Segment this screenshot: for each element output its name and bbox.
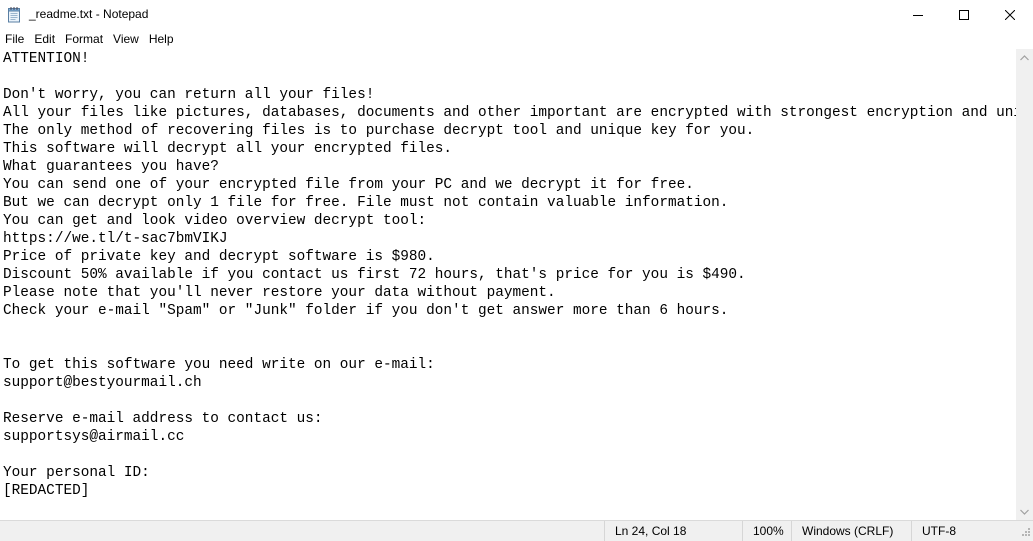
menu-edit[interactable]: Edit [29, 30, 60, 49]
text-line: [REDACTED] [3, 483, 90, 499]
text-line: All your files like pictures, databases,… [3, 105, 1016, 121]
text-line: https://we.tl/t-sac7bmVIKJ [3, 231, 228, 247]
scroll-up-button[interactable] [1016, 49, 1033, 66]
text-line: Don't worry, you can return all your fil… [3, 87, 375, 103]
resize-grip-icon[interactable] [1018, 526, 1031, 539]
text-line [3, 338, 1016, 356]
status-bar: Ln 24, Col 18 100% Windows (CRLF) UTF-8 [0, 520, 1033, 541]
title-bar: _readme.txt - Notepad [0, 0, 1033, 30]
text-line: You can get and look video overview decr… [3, 213, 427, 229]
text-line: This software will decrypt all your encr… [3, 141, 453, 157]
close-icon [1005, 10, 1015, 20]
text-line: Reserve e-mail address to contact us: [3, 411, 323, 427]
menu-bar: File Edit Format View Help [0, 30, 1033, 49]
text-line: support@bestyourmail.ch [3, 375, 202, 391]
maximize-button[interactable] [941, 0, 987, 30]
text-line [3, 320, 1016, 338]
text-line: ATTENTION! [3, 51, 90, 67]
text-line [3, 68, 1016, 86]
menu-format[interactable]: Format [60, 30, 108, 49]
vertical-scrollbar[interactable] [1016, 49, 1033, 520]
encoding: UTF-8 [911, 521, 1016, 541]
text-line: Check your e-mail "Spam" or "Junk" folde… [3, 303, 729, 319]
text-line [3, 392, 1016, 410]
line-ending: Windows (CRLF) [791, 521, 911, 541]
editor-content[interactable]: ATTENTION! Don't worry, you can return a… [3, 50, 1016, 500]
window-title: _readme.txt - Notepad [29, 7, 149, 21]
text-line: Discount 50% available if you contact us… [3, 267, 746, 283]
text-line: You can send one of your encrypted file … [3, 177, 694, 193]
text-line: But we can decrypt only 1 file for free.… [3, 195, 729, 211]
text-line: supportsys@airmail.cc [3, 429, 185, 445]
minimize-icon [913, 15, 923, 16]
text-line [3, 446, 1016, 464]
chevron-down-icon [1020, 509, 1029, 515]
menu-file[interactable]: File [0, 30, 29, 49]
scroll-down-button[interactable] [1016, 503, 1033, 520]
text-editor[interactable]: ATTENTION! Don't worry, you can return a… [0, 49, 1016, 520]
text-line: To get this software you need write on o… [3, 357, 435, 373]
close-button[interactable] [987, 0, 1033, 30]
maximize-icon [959, 10, 969, 20]
text-line: Price of private key and decrypt softwar… [3, 249, 435, 265]
menu-view[interactable]: View [108, 30, 144, 49]
text-line: Your personal ID: [3, 465, 150, 481]
menu-help[interactable]: Help [144, 30, 179, 49]
zoom-level: 100% [742, 521, 791, 541]
text-line: The only method of recovering files is t… [3, 123, 755, 139]
cursor-position: Ln 24, Col 18 [604, 521, 742, 541]
minimize-button[interactable] [895, 0, 941, 30]
text-line: What guarantees you have? [3, 159, 219, 175]
notepad-icon [7, 6, 22, 23]
chevron-up-icon [1020, 54, 1029, 60]
text-line: Please note that you'll never restore yo… [3, 285, 556, 301]
